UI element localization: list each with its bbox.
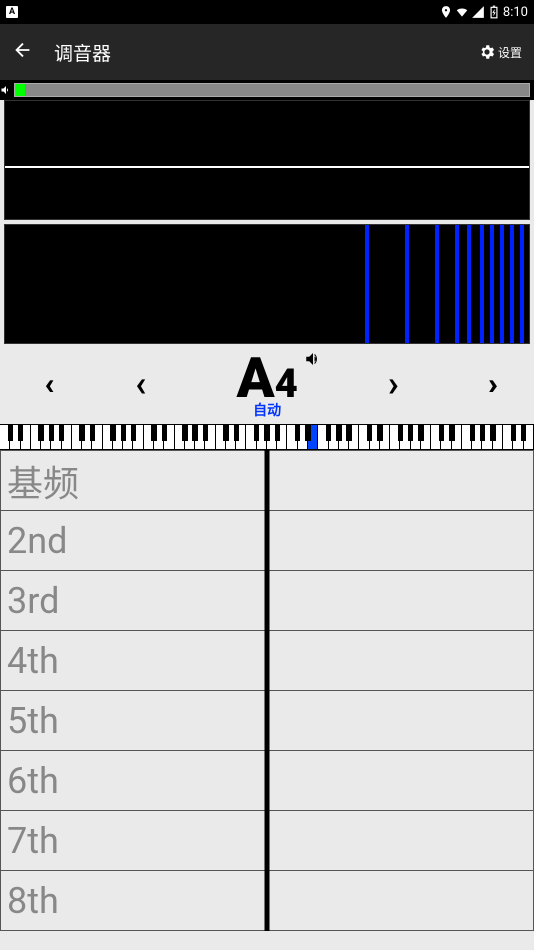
white-key[interactable] xyxy=(441,425,451,449)
harmonic-label: 3rd xyxy=(1,571,268,631)
white-key[interactable] xyxy=(41,425,51,449)
volume-bar xyxy=(14,83,530,97)
white-key[interactable] xyxy=(277,425,287,449)
harmonic-label: 7th xyxy=(1,811,268,871)
white-key[interactable] xyxy=(503,425,513,449)
white-key[interactable] xyxy=(72,425,82,449)
white-key[interactable] xyxy=(103,425,113,449)
white-key[interactable] xyxy=(185,425,195,449)
harmonic-value xyxy=(267,451,534,511)
note-octave: 4 xyxy=(275,364,298,404)
white-key[interactable] xyxy=(370,425,380,449)
white-key[interactable] xyxy=(493,425,503,449)
clock-text: 8:10 xyxy=(503,5,528,20)
wifi-icon xyxy=(455,5,469,19)
white-key[interactable] xyxy=(92,425,102,449)
white-key[interactable] xyxy=(524,425,534,449)
harmonic-label: 8th xyxy=(1,871,268,931)
white-key[interactable] xyxy=(452,425,462,449)
white-key[interactable] xyxy=(164,425,174,449)
gear-icon xyxy=(478,43,496,61)
next-note-button[interactable]: › xyxy=(388,363,399,405)
page-title: 调音器 xyxy=(54,39,458,66)
harmonic-value xyxy=(267,631,534,691)
white-key[interactable] xyxy=(380,425,390,449)
white-key[interactable] xyxy=(144,425,154,449)
white-key[interactable] xyxy=(113,425,123,449)
white-key[interactable] xyxy=(482,425,492,449)
location-icon xyxy=(439,5,453,19)
harmonic-value xyxy=(267,871,534,931)
volume-meter xyxy=(0,80,534,100)
white-key[interactable] xyxy=(339,425,349,449)
harmonic-value xyxy=(267,511,534,571)
white-key[interactable] xyxy=(205,425,215,449)
white-key[interactable] xyxy=(329,425,339,449)
white-key[interactable] xyxy=(267,425,277,449)
white-key[interactable] xyxy=(82,425,92,449)
piano-keyboard[interactable] xyxy=(0,424,534,450)
harmonic-value xyxy=(267,751,534,811)
white-key[interactable] xyxy=(133,425,143,449)
harmonic-label: 2nd xyxy=(1,511,268,571)
auto-mode-label: 自动 xyxy=(253,404,281,418)
white-key[interactable] xyxy=(431,425,441,449)
battery-icon xyxy=(487,5,501,19)
note-selector: ‹‹ ‹ A4 自动 › ›› xyxy=(0,344,534,424)
harmonic-value xyxy=(267,691,534,751)
harmonic-label: 4th xyxy=(1,631,268,691)
white-key[interactable] xyxy=(318,425,328,449)
harmonic-label: 6th xyxy=(1,751,268,811)
white-key[interactable] xyxy=(400,425,410,449)
spectrum-display xyxy=(4,224,530,344)
white-key[interactable] xyxy=(411,425,421,449)
white-key[interactable] xyxy=(0,425,10,449)
white-key[interactable] xyxy=(226,425,236,449)
harmonic-value xyxy=(267,571,534,631)
settings-label: 设置 xyxy=(498,44,522,61)
white-key[interactable] xyxy=(462,425,472,449)
harmonic-value xyxy=(267,811,534,871)
white-key[interactable] xyxy=(10,425,20,449)
white-key[interactable] xyxy=(359,425,369,449)
white-key[interactable] xyxy=(31,425,41,449)
white-key[interactable] xyxy=(390,425,400,449)
center-divider xyxy=(265,450,270,931)
harmonic-label: 5th xyxy=(1,691,268,751)
white-key[interactable] xyxy=(308,425,318,449)
white-key[interactable] xyxy=(421,425,431,449)
white-key[interactable] xyxy=(21,425,31,449)
back-button[interactable] xyxy=(12,39,34,65)
settings-button[interactable]: 设置 xyxy=(478,43,522,61)
note-letter: A xyxy=(236,350,274,406)
play-note-icon[interactable] xyxy=(304,350,322,371)
status-bar: A 8:10 xyxy=(0,0,534,24)
white-key[interactable] xyxy=(123,425,133,449)
white-key[interactable] xyxy=(154,425,164,449)
speaker-icon xyxy=(0,84,12,96)
white-key[interactable] xyxy=(195,425,205,449)
white-key[interactable] xyxy=(287,425,297,449)
action-bar: 调音器 设置 xyxy=(0,24,534,80)
white-key[interactable] xyxy=(175,425,185,449)
app-indicator-icon: A xyxy=(6,6,18,18)
waveform-display xyxy=(4,100,530,220)
harmonic-label: 基频 xyxy=(1,451,268,511)
white-key[interactable] xyxy=(349,425,359,449)
current-note[interactable]: A4 自动 xyxy=(236,350,297,418)
white-key[interactable] xyxy=(472,425,482,449)
white-key[interactable] xyxy=(298,425,308,449)
white-key[interactable] xyxy=(236,425,246,449)
white-key[interactable] xyxy=(257,425,267,449)
white-key[interactable] xyxy=(513,425,523,449)
white-key[interactable] xyxy=(216,425,226,449)
white-key[interactable] xyxy=(246,425,256,449)
prev-note-button[interactable]: ‹ xyxy=(135,363,146,405)
white-key[interactable] xyxy=(62,425,72,449)
signal-icon xyxy=(471,5,485,19)
white-key[interactable] xyxy=(51,425,61,449)
